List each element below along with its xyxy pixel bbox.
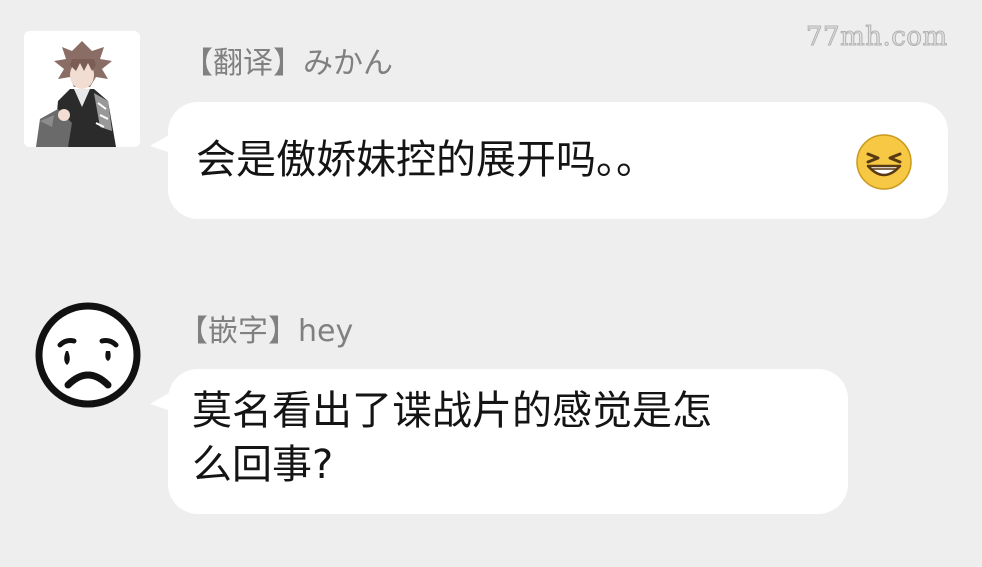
sad-face-icon <box>35 302 141 408</box>
bubble-tail <box>150 132 174 154</box>
message-text: 会是傲娇妹控的展开吗。。 <box>196 137 656 183</box>
anime-boy-avatar[interactable] <box>24 31 140 147</box>
message-text-line-2: 么回事? <box>192 442 334 488</box>
anime-boy-avatar-image <box>24 31 140 147</box>
bubble-tail <box>150 390 174 412</box>
sender-name: 【嵌字】hey <box>178 314 354 349</box>
grinning-squint-emoji-icon <box>856 134 912 190</box>
sender-name: 【翻译】みかん <box>183 46 393 81</box>
site-watermark: 77mh.com <box>806 22 948 53</box>
message-text-line-1: 莫名看出了谍战片的感觉是怎 <box>192 388 712 434</box>
sad-face-avatar[interactable] <box>34 301 142 409</box>
